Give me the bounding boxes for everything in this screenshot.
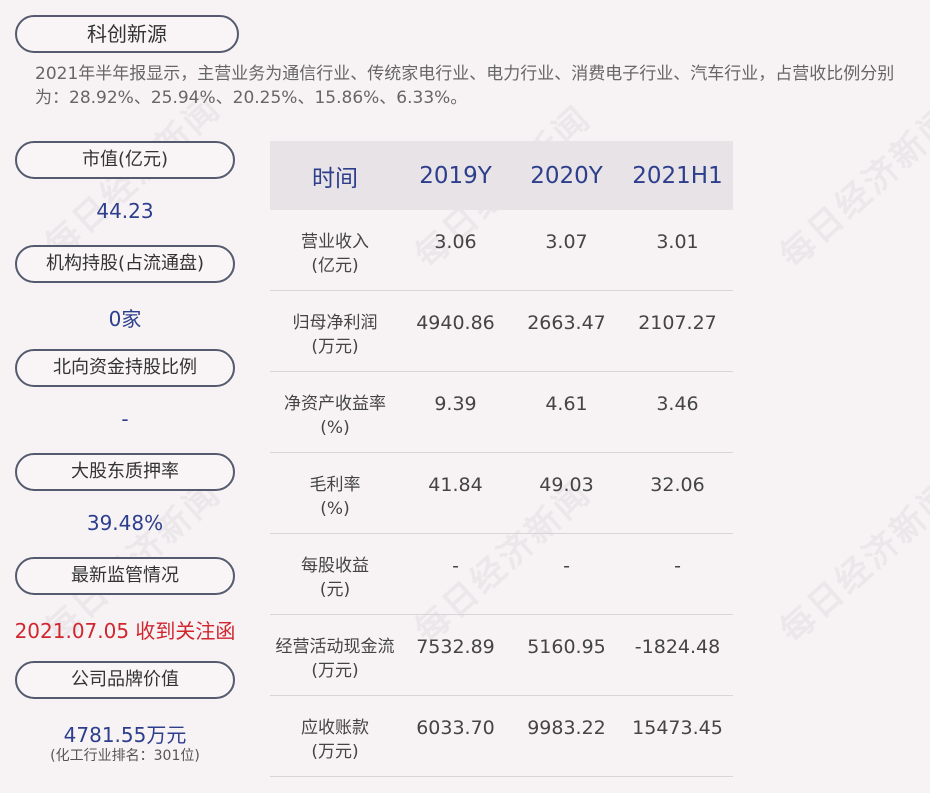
header-period: 时间 <box>312 165 358 192</box>
brand-value-rank: (化工行业排名：301位) <box>50 748 200 764</box>
table-row: 毛利率 (%) 41.84 49.03 32.06 <box>270 453 733 534</box>
market-cap-label: 市值(亿元) <box>15 141 235 179</box>
header-2019: 2019Y <box>419 162 492 189</box>
cell-value: 5160.95 <box>527 636 606 658</box>
cell-value: 4940.86 <box>416 312 495 334</box>
cell-value: - <box>563 555 570 577</box>
header-2020: 2020Y <box>530 162 603 189</box>
northbound-holding-value: - <box>121 407 129 431</box>
business-summary: 2021年半年报显示，主营业务为通信行业、传统家电行业、电力行业、消费电子行业、… <box>35 64 895 108</box>
cell-value: 41.84 <box>428 474 483 496</box>
cell-value: - <box>452 555 459 577</box>
cell-value: 15473.45 <box>632 717 723 739</box>
watermark: 每日经济新闻 <box>772 97 930 277</box>
cell-value: 6033.70 <box>416 717 495 739</box>
row-label: 经营活动现金流 (万元) <box>275 637 395 681</box>
brand-value-value: 4781.55万元 <box>63 723 187 747</box>
table-row: 净资产收益率 (%) 9.39 4.61 3.46 <box>270 372 733 453</box>
row-label: 归母净利润 (万元) <box>292 313 378 357</box>
cell-value: 9983.22 <box>527 717 606 739</box>
pledge-ratio-value: 39.48% <box>86 511 164 535</box>
row-label: 营业收入 (亿元) <box>301 232 369 276</box>
cell-value: 4.61 <box>545 393 588 415</box>
table-header: 时间 2019Y 2020Y 2021H1 <box>270 141 733 210</box>
watermark: 每日经济新闻 <box>772 472 930 652</box>
table-row: 应收账款 (万元) 6033.70 9983.22 15473.45 <box>270 696 733 777</box>
cell-value: 3.06 <box>434 231 477 253</box>
regulatory-status-label: 最新监管情况 <box>15 557 235 595</box>
cell-value: - <box>674 555 681 577</box>
northbound-holding-label: 北向资金持股比例 <box>15 349 235 387</box>
company-title: 科创新源 <box>15 15 239 53</box>
cell-value: 3.01 <box>656 231 699 253</box>
market-cap-value: 44.23 <box>96 199 154 223</box>
institutional-holding-label: 机构持股(占流通盘) <box>15 245 235 283</box>
row-label: 净资产收益率 (%) <box>284 394 386 438</box>
table-row: 归母净利润 (万元) 4940.86 2663.47 2107.27 <box>270 291 733 372</box>
cell-value: 3.07 <box>545 231 588 253</box>
row-label: 每股收益 (元) <box>301 556 369 600</box>
cell-value: 2663.47 <box>527 312 606 334</box>
regulatory-status-value: 2021.07.05 收到关注函 <box>14 619 236 643</box>
header-2021h1: 2021H1 <box>632 162 723 189</box>
cell-value: 49.03 <box>539 474 594 496</box>
financial-table: 时间 2019Y 2020Y 2021H1 营业收入 (亿元) 3.06 3.07… <box>270 141 733 777</box>
cell-value: 7532.89 <box>416 636 495 658</box>
table-row: 每股收益 (元) - - - <box>270 534 733 615</box>
pledge-ratio-label: 大股东质押率 <box>15 453 235 491</box>
cell-value: 32.06 <box>650 474 705 496</box>
row-label: 应收账款 (万元) <box>301 718 369 762</box>
cell-value: 2107.27 <box>638 312 717 334</box>
brand-value-label: 公司品牌价值 <box>15 661 235 699</box>
cell-value: 9.39 <box>434 393 477 415</box>
institutional-holding-value: 0家 <box>108 307 142 331</box>
row-label: 毛利率 (%) <box>309 475 361 519</box>
cell-value: -1824.48 <box>634 636 721 658</box>
table-row: 经营活动现金流 (万元) 7532.89 5160.95 -1824.48 <box>270 615 733 696</box>
cell-value: 3.46 <box>656 393 699 415</box>
table-row: 营业收入 (亿元) 3.06 3.07 3.01 <box>270 210 733 291</box>
